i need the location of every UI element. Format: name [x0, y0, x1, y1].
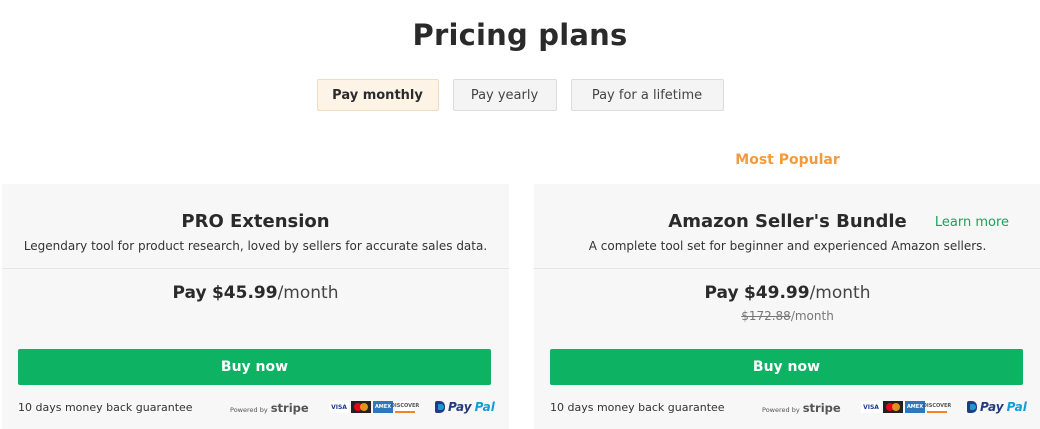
paypal-pal-text: Pal — [474, 400, 495, 414]
stripe-logo: Powered by stripe — [230, 401, 309, 415]
price-amount: $49.99 — [743, 283, 810, 303]
discover-icon: DISCOVER — [391, 401, 419, 413]
visa-icon: VISA — [861, 401, 881, 413]
paypal-icon — [435, 401, 445, 413]
original-price-period: /month — [790, 309, 834, 323]
buy-now-button[interactable]: Buy now — [18, 349, 491, 385]
plan-name: PRO Extension — [181, 211, 330, 232]
paypal-pay-text: Pay — [448, 400, 472, 414]
mastercard-icon — [883, 401, 903, 413]
paypal-pal-text: Pal — [1006, 400, 1027, 414]
price-period: /month — [277, 283, 339, 303]
card-logos: VISA AMEX DISCOVER — [329, 401, 419, 413]
plan-card-pro-extension: PRO Extension Legendary tool for product… — [2, 184, 509, 429]
tab-pay-lifetime[interactable]: Pay for a lifetime — [570, 79, 724, 111]
billing-tabs: Pay monthly Pay yearly Pay for a lifetim… — [0, 79, 1040, 111]
buy-now-button[interactable]: Buy now — [550, 349, 1023, 385]
paypal-icon — [967, 401, 977, 413]
plan-header: PRO Extension Legendary tool for product… — [2, 184, 509, 269]
money-back-guarantee: 10 days money back guarantee — [550, 401, 725, 414]
payment-footer: 10 days money back guarantee Powered by … — [550, 398, 1027, 418]
tab-pay-yearly[interactable]: Pay yearly — [452, 79, 557, 111]
plan-price: Pay $45.99/month — [2, 283, 509, 303]
price-prefix: Pay — [172, 283, 207, 303]
original-price: $172.88/month — [534, 309, 1040, 323]
price-period: /month — [809, 283, 871, 303]
money-back-guarantee: 10 days money back guarantee — [18, 401, 193, 414]
page-title: Pricing plans — [412, 18, 628, 52]
plan-description: Legendary tool for product research, lov… — [23, 239, 488, 253]
payment-footer: 10 days money back guarantee Powered by … — [18, 398, 495, 418]
discover-icon: DISCOVER — [923, 401, 951, 413]
stripe-text: stripe — [270, 401, 309, 415]
plan-price: Pay $49.99/month — [534, 283, 1040, 303]
paypal-logo: Pay Pal — [967, 400, 1027, 414]
paypal-logo: Pay Pal — [435, 400, 495, 414]
original-price-amount: $172.88 — [741, 309, 791, 323]
learn-more-link[interactable]: Learn more — [935, 215, 1009, 230]
card-logos: VISA AMEX DISCOVER — [861, 401, 951, 413]
powered-by-text: Powered by — [230, 406, 268, 414]
stripe-logo: Powered by stripe — [762, 401, 841, 415]
plan-card-seller-bundle: Amazon Seller's Bundle Learn more A comp… — [534, 184, 1040, 429]
visa-icon: VISA — [329, 401, 349, 413]
plan-description: A complete tool set for beginner and exp… — [588, 239, 987, 253]
price-amount: $45.99 — [211, 283, 278, 303]
powered-by-text: Powered by — [762, 406, 800, 414]
mastercard-icon — [351, 401, 371, 413]
paypal-pay-text: Pay — [980, 400, 1004, 414]
most-popular-badge: Most Popular — [735, 152, 840, 168]
price-prefix: Pay — [704, 283, 739, 303]
stripe-text: stripe — [802, 401, 841, 415]
tab-pay-monthly[interactable]: Pay monthly — [316, 79, 439, 111]
plan-header: Amazon Seller's Bundle Learn more A comp… — [534, 184, 1040, 269]
